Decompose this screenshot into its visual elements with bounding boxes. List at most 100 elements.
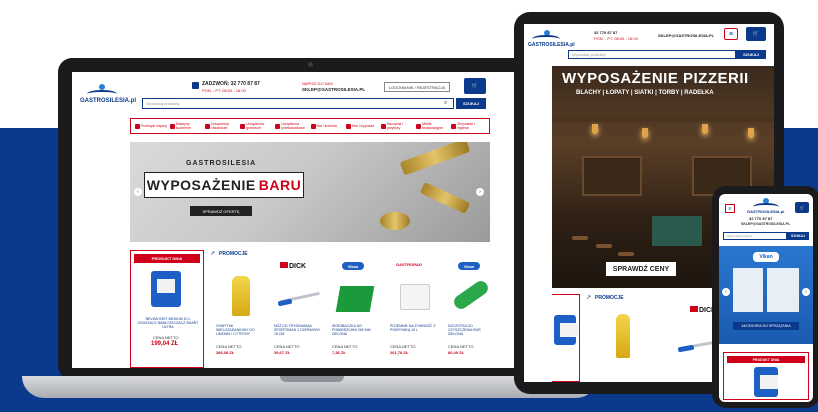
category-icon: [169, 123, 175, 129]
cart-icon[interactable]: 🛒: [795, 202, 809, 213]
product-of-day-header: PRODUKT DNIA: [727, 356, 805, 363]
search-button[interactable]: SZUKAJ: [787, 232, 809, 240]
promo-product-card[interactable]: GASTRORAG POJEMNIK NA ŻYWNOŚĆ Z POKRYWKĄ…: [390, 260, 440, 364]
tablet-email[interactable]: SKLEP@GASTROSILESIA.PL: [658, 33, 714, 38]
brand-logo-vikan: Vikan: [342, 262, 364, 270]
vikan-banner[interactable]: Vikan ‹ › AKCESORIA DO SPRZĄTANIA: [719, 246, 813, 344]
logo-arc-icon: [87, 90, 117, 98]
strainer-image: [380, 212, 410, 230]
product-price-label: CENA NETTO: [332, 344, 358, 349]
category-item[interactable]: Urządzenia przeładunkowe: [275, 122, 309, 130]
product-price: 261,78 ZŁ: [390, 350, 409, 355]
product-name[interactable]: CHWYTAK WIELOZADANIOWY DO LIMONKI I CYTR…: [216, 324, 266, 336]
laptop-screen: GASTROSILESIA.pl ZADZWOŃ: 32 770 87 87 P…: [72, 72, 550, 368]
product-image: [400, 284, 430, 310]
promo-product-card[interactable]: Vikan SKROBACZKA DO POWIERZCHNI 260 MM Z…: [332, 260, 382, 364]
category-icon: [416, 123, 422, 129]
promo-product-card[interactable]: Vikan SZCZOTKA DO CZYSZCZENIA RUR ZIELON…: [448, 260, 492, 364]
site-logo[interactable]: GASTROSILESIA.pl: [528, 42, 575, 48]
pizzeria-banner-subtitle: BLACHY | ŁOPATY | SIATKI | TORBY | RADEŁ…: [576, 90, 714, 96]
product-image: [335, 286, 375, 312]
search-input[interactable]: Wyszukaj produkty: [568, 50, 736, 59]
product-price: 7,36 ZŁ: [332, 350, 346, 355]
banner-prev-arrow-icon[interactable]: ‹: [134, 188, 142, 196]
category-item[interactable]: Urządzenia chłodnicze: [204, 122, 239, 130]
vikan-banner-cta[interactable]: AKCESORIA DO SPRZĄTANIA: [733, 322, 799, 330]
product-of-day-card[interactable]: [552, 294, 580, 382]
tablet-phone[interactable]: 32 770 87 87: [594, 30, 617, 35]
laptop-notch: [280, 376, 344, 382]
banner-prev-arrow-icon[interactable]: ‹: [722, 288, 730, 296]
product-of-day-card[interactable]: PRODUKT DNIA BEVIAN BIOT MEDIUM 10 L OSU…: [130, 250, 204, 368]
product-of-day-name[interactable]: BEVIAN BIOT MEDIUM 10 L OSUSZACZ NABŁYSZ…: [137, 317, 199, 329]
cleaning-tools-image: [733, 268, 763, 312]
product-image: [616, 314, 630, 358]
search-input[interactable]: Wyszukaj produkty: [723, 232, 787, 240]
promo-product-card[interactable]: CHWYTAK WIELOZADANIOWY DO LIMONKI I CYTR…: [216, 260, 266, 364]
search-input[interactable]: Wyszukaj produkty: [142, 98, 454, 109]
product-price: 86,49 ZŁ: [448, 350, 465, 355]
product-name[interactable]: NÓŻ DO TRYBOWANIA SPORTSMAN 1 CZERWONY 1…: [274, 324, 324, 336]
product-of-day-card[interactable]: PRODUKT DNIA: [723, 352, 809, 400]
check-prices-button[interactable]: SPRAWDŹ CENY: [606, 262, 676, 276]
shop-email[interactable]: SKLEP@GASTROSILESIA.PL: [302, 87, 365, 92]
phone-view-phone[interactable]: 32 770 87 87: [749, 216, 772, 221]
search-button[interactable]: SZUKAJ: [736, 50, 766, 59]
category-icon: [134, 123, 140, 129]
menu-icon[interactable]: ≡: [725, 204, 735, 213]
jigger-image: [419, 181, 471, 215]
cart-icon[interactable]: 🛒: [464, 78, 486, 94]
brand-logo-gastrorag: GASTRORAG: [396, 262, 422, 267]
category-item[interactable]: Zmywanie i higiena: [451, 122, 485, 130]
brand-logo-vikan: Vikan: [753, 252, 779, 262]
category-bar: Przemysł mięsny Maszyny kuchenne Urządze…: [130, 118, 490, 134]
site-logo[interactable]: GASTROSILESIA.pl: [80, 98, 136, 104]
brand-logo-vikan: Vikan: [458, 262, 480, 270]
banner-next-arrow-icon[interactable]: ›: [802, 288, 810, 296]
category-icon: [275, 123, 281, 129]
login-register-button[interactable]: LOGOWANIE / REJESTRACJA: [384, 82, 450, 92]
kitchen-image: [652, 216, 702, 246]
tablet-hours: PON. - PT. 08:00 - 16:00: [594, 36, 638, 41]
pizzeria-banner-title: WYPOSAŻENIE PIZZERII: [562, 70, 749, 87]
lamp-image: [592, 124, 598, 134]
menu-icon[interactable]: ≡: [724, 28, 738, 40]
brand-logo-dick: DICK: [280, 262, 306, 270]
product-name[interactable]: POJEMNIK NA ŻYWNOŚĆ Z POKRYWKĄ 10 L: [390, 324, 440, 332]
category-item[interactable]: Stal i wyposaż.: [345, 123, 380, 129]
product-name[interactable]: SZCZOTKA DO CZYSZCZENIA RUR ZIELONA: [448, 324, 492, 336]
product-price: 39,67 ZŁ: [274, 350, 291, 355]
category-item[interactable]: Bar i kuchnia: [310, 123, 345, 129]
laptop-camera: [308, 62, 313, 67]
banner-next-arrow-icon[interactable]: ›: [476, 188, 484, 196]
promo-product-card[interactable]: DICK NÓŻ DO TRYBOWANIA SPORTSMAN 1 CZERW…: [274, 260, 324, 364]
product-price-label: CENA NETTO: [216, 344, 242, 349]
stool-image: [596, 244, 612, 248]
category-item[interactable]: Maszyny kuchenne: [169, 122, 204, 130]
product-name[interactable]: SKROBACZKA DO POWIERZCHNI 260 MM ZIELONA: [332, 324, 382, 336]
banner-cta-button[interactable]: SPRAWDŹ OFERTĘ: [190, 206, 252, 216]
product-price: 386,08 ZŁ: [216, 350, 235, 355]
category-item[interactable]: Urządzenia grzewcze: [240, 122, 274, 130]
phone-view-email[interactable]: SKLEP@GASTROSILESIA.PL: [741, 222, 790, 226]
shaker-image: [399, 142, 471, 176]
site-logo[interactable]: GASTROSILESIA.pl: [747, 209, 784, 214]
phone-screen: GASTROSILESIA.pl ≡ 🛒 32 770 87 87 SKLEP@…: [719, 194, 813, 402]
category-item[interactable]: Przemysł mięsny: [134, 123, 169, 129]
product-of-day-price: 199,04 ZŁ: [151, 341, 179, 347]
product-price-label: CENA NETTO: [448, 344, 474, 349]
category-icon: [240, 123, 246, 129]
category-icon: [345, 123, 351, 129]
promotions-arrow-icon: ↗: [210, 251, 216, 257]
bar-banner[interactable]: GASTROSILESIA WYPOSAŻENIE BARU SPRAWDŹ OF…: [130, 142, 490, 242]
category-item[interactable]: Naczynia i przybory: [380, 122, 415, 130]
lamp-image: [642, 128, 648, 138]
search-button[interactable]: SZUKAJ: [456, 98, 486, 109]
product-image: [232, 276, 250, 316]
lamp-image: [702, 124, 708, 134]
product-image: [554, 315, 578, 345]
write-us-label: NAPISZ DO NAS: [302, 81, 333, 86]
phone-label[interactable]: ZADZWOŃ: 32 770 87 87: [202, 81, 260, 87]
category-item[interactable]: Meble restauracyjne: [416, 122, 450, 130]
cart-icon[interactable]: 🛒: [746, 27, 766, 41]
